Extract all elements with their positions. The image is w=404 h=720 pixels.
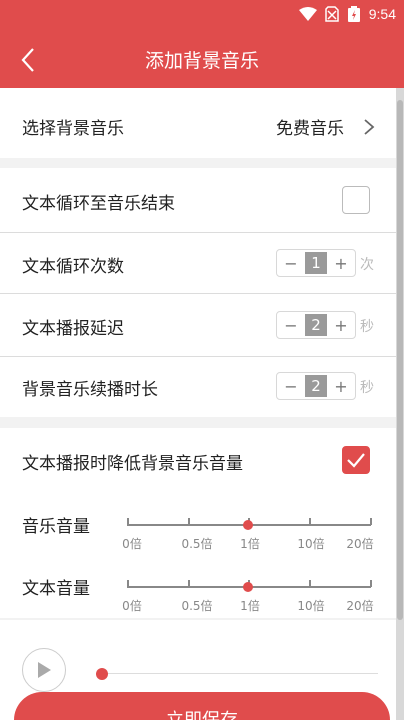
- scrollbar[interactable]: [396, 88, 404, 720]
- loop-count-stepper: − 1 +: [276, 249, 356, 277]
- text-volume-knob[interactable]: [243, 582, 253, 592]
- save-button[interactable]: 立即保存: [14, 692, 390, 720]
- tick-label: 10倍: [297, 599, 325, 613]
- broadcast-delay-unit: 秒: [360, 319, 374, 335]
- broadcast-delay-row: 文本播报延迟 − 2 + 秒: [0, 294, 396, 356]
- tick-label: 0倍: [122, 599, 142, 613]
- text-volume-label: 文本音量: [22, 579, 90, 599]
- tick-label: 1倍: [240, 537, 260, 551]
- music-continue-minus-button[interactable]: −: [277, 377, 305, 396]
- music-continue-label: 背景音乐续播时长: [22, 380, 158, 400]
- playback-progress-knob[interactable]: [96, 668, 108, 680]
- music-continue-row: 背景音乐续播时长 − 2 + 秒: [0, 357, 396, 417]
- broadcast-delay-label: 文本播报延迟: [22, 319, 124, 339]
- tick-label: 20倍: [346, 537, 374, 551]
- music-continue-unit: 秒: [360, 380, 374, 396]
- tick-label: 1倍: [240, 599, 260, 613]
- tick-label: 0.5倍: [181, 537, 213, 551]
- slider-tick: [370, 580, 372, 587]
- no-sim-icon: [325, 6, 339, 22]
- playback-progress-track[interactable]: [108, 673, 378, 674]
- page-title: 添加背景音乐: [144, 50, 259, 72]
- loop-count-value: 1: [305, 252, 327, 274]
- duck-music-label: 文本播报时降低背景音乐音量: [22, 454, 243, 474]
- tick-label: 10倍: [297, 537, 325, 551]
- broadcast-delay-value: 2: [305, 314, 327, 336]
- slider-tick: [127, 580, 129, 587]
- loop-count-row: 文本循环次数 − 1 + 次: [0, 233, 396, 293]
- music-volume-knob[interactable]: [243, 520, 253, 530]
- broadcast-delay-minus-button[interactable]: −: [277, 316, 305, 335]
- slider-tick: [188, 580, 190, 587]
- music-continue-value: 2: [305, 375, 327, 397]
- slider-tick: [370, 518, 372, 525]
- status-bar: 9:54: [0, 0, 404, 32]
- loop-count-label: 文本循环次数: [22, 257, 124, 277]
- slider-tick: [188, 518, 190, 525]
- chevron-right-icon: [364, 119, 375, 135]
- music-continue-stepper: − 2 +: [276, 372, 356, 400]
- duck-music-checkbox[interactable]: [342, 446, 370, 474]
- status-icons: 9:54: [298, 6, 396, 22]
- music-volume-label: 音乐音量: [22, 517, 90, 537]
- slider-tick: [127, 518, 129, 525]
- loop-to-end-row: 文本循环至音乐结束: [0, 168, 396, 232]
- nav-bar: 添加背景音乐: [0, 32, 404, 88]
- loop-count-unit: 次: [360, 257, 374, 273]
- loop-count-plus-button[interactable]: +: [327, 254, 355, 273]
- slider-tick: [309, 580, 311, 587]
- tick-label: 20倍: [346, 599, 374, 613]
- broadcast-delay-stepper: − 2 +: [276, 311, 356, 339]
- loop-count-minus-button[interactable]: −: [277, 254, 305, 273]
- loop-to-end-checkbox[interactable]: [342, 186, 370, 214]
- wifi-icon: [298, 7, 317, 21]
- tick-label: 0倍: [122, 537, 142, 551]
- broadcast-delay-plus-button[interactable]: +: [327, 316, 355, 335]
- checkmark-icon: [347, 453, 365, 468]
- bg-music-label: 选择背景音乐: [22, 119, 124, 139]
- slider-tick: [309, 518, 311, 525]
- play-button[interactable]: [22, 648, 66, 692]
- battery-icon: [347, 6, 360, 22]
- scrollbar-thumb[interactable]: [397, 100, 403, 620]
- bg-music-value: 免费音乐: [276, 119, 344, 139]
- volume-section: 文本播报时降低背景音乐音量 音乐音量 0倍 0.5倍 1倍 10倍 20倍 文本…: [0, 428, 396, 618]
- tick-label: 0.5倍: [181, 599, 213, 613]
- bg-music-row[interactable]: 选择背景音乐 免费音乐: [0, 88, 396, 158]
- status-time: 9:54: [368, 6, 396, 22]
- loop-to-end-label: 文本循环至音乐结束: [22, 194, 175, 214]
- play-icon: [38, 662, 51, 678]
- music-continue-plus-button[interactable]: +: [327, 377, 355, 396]
